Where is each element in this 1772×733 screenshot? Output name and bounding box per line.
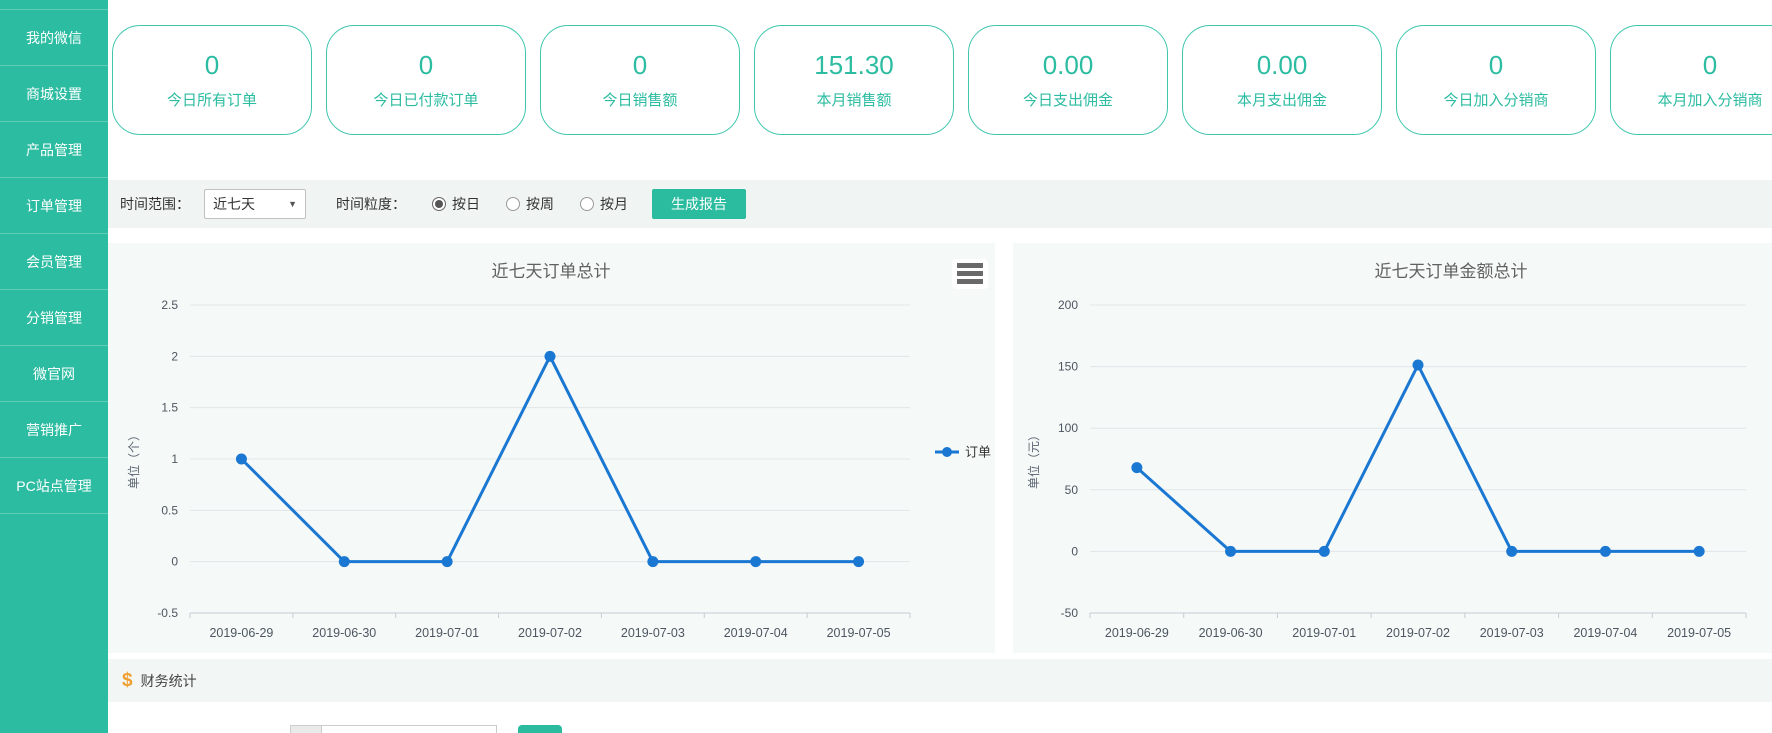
chart-toolbox-menu-icon[interactable] [952,259,988,289]
stat-card-month-commission: 0.00 本月支出佣金 [1182,25,1382,135]
stat-card-today-paid-orders: 0 今日已付款订单 [326,25,526,135]
svg-text:2019-07-05: 2019-07-05 [1667,626,1731,640]
bottom-submit-button[interactable] [518,725,562,733]
sidebar-item-members[interactable]: 会员管理 [0,234,108,290]
svg-text:单位（元）: 单位（元） [1026,429,1041,489]
orders-line-chart: 近七天订单总计 2.5 2 1.5 1 0.5 0 -0.5 2019-06-29 2019-06… [108,243,995,653]
svg-text:0.5: 0.5 [161,503,178,517]
report-filter-bar: 时间范围： 近七天 ▼ 时间粒度： 按日 按周 按月 生成报告 [108,180,1772,228]
stat-label: 今日支出佣金 [1023,89,1113,110]
svg-text:单位（个）: 单位（个） [126,429,141,489]
stat-cards-row: 0 今日所有订单 0 今日已付款订单 0 今日销售额 151.30 本月销售额 … [112,25,1772,135]
radio-label: 按月 [600,194,628,214]
stat-label: 本月加入分销商 [1657,89,1762,110]
generate-report-button[interactable]: 生成报告 [652,189,746,219]
stat-label: 本月支出佣金 [1237,89,1327,110]
svg-text:-50: -50 [1061,606,1079,620]
radio-label: 按周 [526,194,554,214]
svg-text:2019-07-02: 2019-07-02 [1386,626,1450,640]
radio-icon [432,197,446,211]
svg-text:近七天订单总计: 近七天订单总计 [492,262,611,281]
radio-by-week[interactable]: 按周 [506,194,554,214]
sidebar-item-mall-settings[interactable]: 商城设置 [0,66,108,122]
svg-text:2019-07-03: 2019-07-03 [621,626,685,640]
svg-text:150: 150 [1058,360,1078,374]
granularity-label: 时间粒度： [336,194,406,214]
svg-text:200: 200 [1058,298,1078,312]
stat-value: 0 [1703,50,1717,81]
svg-text:2019-07-03: 2019-07-03 [1480,626,1544,640]
orders-chart-panel: 近七天订单总计 2.5 2 1.5 1 0.5 0 -0.5 2019-06-29 2019-06… [108,243,995,653]
svg-text:近七天订单金额总计: 近七天订单金额总计 [1375,262,1528,281]
stat-value: 0 [419,50,433,81]
radio-icon [580,197,594,211]
sidebar-item-products[interactable]: 产品管理 [0,122,108,178]
stat-card-today-orders: 0 今日所有订单 [112,25,312,135]
stat-label: 今日所有订单 [167,89,257,110]
stat-card-today-sales: 0 今日销售额 [540,25,740,135]
sidebar-cut-item [0,0,108,10]
stat-value: 0 [205,50,219,81]
svg-text:-0.5: -0.5 [157,606,178,620]
svg-text:0: 0 [171,555,178,569]
svg-text:2019-06-29: 2019-06-29 [209,626,273,640]
svg-text:2: 2 [171,349,178,363]
finance-section-title: 财务统计 [141,671,197,691]
svg-text:2019-07-05: 2019-07-05 [827,626,891,640]
bottom-input[interactable] [321,725,497,733]
stat-card-today-new-distributors: 0 今日加入分销商 [1396,25,1596,135]
sidebar-item-orders[interactable]: 订单管理 [0,178,108,234]
svg-text:2019-07-04: 2019-07-04 [724,626,788,640]
stat-card-month-sales: 151.30 本月销售额 [754,25,954,135]
sidebar-item-distribution[interactable]: 分销管理 [0,290,108,346]
finance-section-header: $ 财务统计 [108,659,1772,702]
stat-card-month-new-distributors: 0 本月加入分销商 [1610,25,1772,135]
stat-label: 今日加入分销商 [1443,89,1548,110]
svg-text:2019-06-29: 2019-06-29 [1105,626,1169,640]
stat-card-today-commission: 0.00 今日支出佣金 [968,25,1168,135]
svg-text:2019-07-01: 2019-07-01 [1292,626,1356,640]
svg-text:2019-06-30: 2019-06-30 [1199,626,1263,640]
svg-text:2.5: 2.5 [161,298,178,312]
stat-value: 0 [1489,50,1503,81]
stat-label: 本月销售额 [816,89,891,110]
sidebar-item-marketing[interactable]: 营销推广 [0,402,108,458]
svg-text:2019-07-02: 2019-07-02 [518,626,582,640]
order-amount-line-chart: 近七天订单金额总计 200 150 100 50 0 -50 2019-06-29 2019-0… [1013,243,1772,653]
stat-value: 0.00 [1257,50,1308,81]
svg-text:1: 1 [171,452,178,466]
radio-label: 按日 [452,194,480,214]
chevron-down-icon: ▼ [288,199,297,209]
stat-value: 0 [633,50,647,81]
svg-text:50: 50 [1065,483,1079,497]
dollar-icon: $ [122,670,133,692]
svg-text:0: 0 [1071,544,1078,558]
svg-text:2019-06-30: 2019-06-30 [312,626,376,640]
time-range-selected-value: 近七天 [213,194,255,214]
bottom-input-addon [290,725,321,733]
radio-by-month[interactable]: 按月 [580,194,628,214]
stat-label: 今日销售额 [602,89,677,110]
svg-text:订单: 订单 [965,445,991,460]
stat-value: 151.30 [814,50,894,81]
sidebar: 我的微信 商城设置 产品管理 订单管理 会员管理 分销管理 微官网 营销推广 P… [0,0,108,733]
radio-icon [506,197,520,211]
svg-text:2019-07-01: 2019-07-01 [415,626,479,640]
sidebar-item-my-wechat[interactable]: 我的微信 [0,10,108,66]
radio-by-day[interactable]: 按日 [432,194,480,214]
stat-value: 0.00 [1043,50,1094,81]
svg-text:2019-07-04: 2019-07-04 [1573,626,1637,640]
time-range-select[interactable]: 近七天 ▼ [204,189,306,219]
time-range-label: 时间范围： [120,194,190,214]
stat-label: 今日已付款订单 [373,89,478,110]
sidebar-item-pc-site[interactable]: PC站点管理 [0,458,108,514]
sidebar-item-micro-site[interactable]: 微官网 [0,346,108,402]
order-amount-chart-panel: 近七天订单金额总计 200 150 100 50 0 -50 2019-06-29 2019-0… [1013,243,1772,653]
svg-text:100: 100 [1058,421,1078,435]
svg-text:1.5: 1.5 [161,401,178,415]
